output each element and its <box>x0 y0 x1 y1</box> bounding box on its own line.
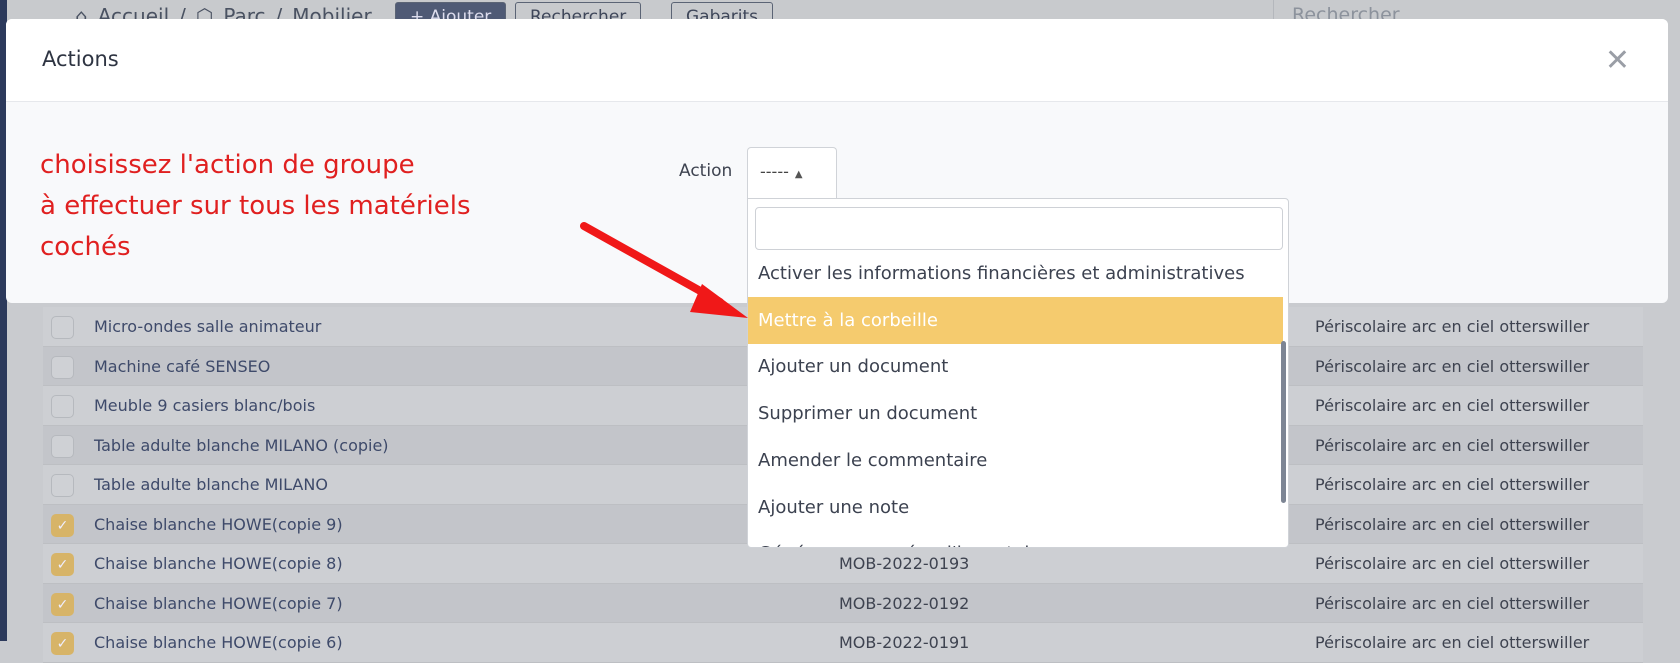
table-row: ✓ Chaise blanche HOWE(copie 6) MOB-2022-… <box>43 623 1643 663</box>
dropdown-option[interactable]: Amender le commentaire <box>748 437 1283 484</box>
modal-header: Actions ✕ <box>6 19 1668 102</box>
item-name-link[interactable]: Meuble 9 casiers blanc/bois <box>94 396 315 415</box>
item-location: Périscolaire arc en ciel otterswiller <box>1315 514 1590 534</box>
item-location: Périscolaire arc en ciel otterswiller <box>1315 475 1590 494</box>
dropdown-option[interactable]: Générer un numéro d'inventaire <box>748 530 1283 547</box>
row-checkbox[interactable]: ✓ <box>51 553 74 576</box>
item-name-link[interactable]: Machine café SENSEO <box>94 357 270 376</box>
row-checkbox[interactable] <box>51 395 74 418</box>
item-code: MOB-2022-0193 <box>839 554 970 573</box>
item-location: Périscolaire arc en ciel otterswiller <box>1315 317 1590 336</box>
item-name-link[interactable]: Chaise blanche HOWE(copie 7) <box>94 594 343 613</box>
close-icon[interactable]: ✕ <box>1605 43 1630 78</box>
item-code: MOB-2022-0191 <box>839 633 970 652</box>
caret-up-icon: ▲ <box>794 169 803 180</box>
modal-title: Actions <box>42 47 119 71</box>
item-name-link[interactable]: Table adulte blanche MILANO (copie) <box>94 436 389 455</box>
row-checkbox[interactable]: ✓ <box>51 513 74 537</box>
item-code: MOB-2022-0192 <box>839 593 970 613</box>
item-location: Périscolaire arc en ciel otterswiller <box>1315 356 1590 376</box>
item-name-link[interactable]: Chaise blanche HOWE(copie 9) <box>94 515 343 534</box>
action-dropdown: Activer les informations financières et … <box>747 198 1289 548</box>
dropdown-option[interactable]: Mettre à la corbeille <box>748 296 1283 344</box>
row-checkbox[interactable] <box>51 316 74 339</box>
item-name-link[interactable]: Chaise blanche HOWE(copie 6) <box>94 633 343 652</box>
row-checkbox[interactable] <box>51 474 74 497</box>
row-checkbox[interactable] <box>51 355 74 379</box>
annotation-note: choisissez l'action de groupe à effectue… <box>40 150 471 262</box>
action-label: Action <box>679 161 733 181</box>
dropdown-option[interactable]: Supprimer un document <box>748 390 1283 437</box>
action-select[interactable]: ----- ▲ <box>747 147 837 198</box>
row-checkbox[interactable]: ✓ <box>51 632 74 655</box>
dropdown-option[interactable]: Ajouter un document <box>748 343 1283 390</box>
item-location: Périscolaire arc en ciel otterswiller <box>1315 554 1590 573</box>
item-name-link[interactable]: Micro-ondes salle animateur <box>94 317 321 336</box>
item-location: Périscolaire arc en ciel otterswiller <box>1315 593 1590 613</box>
row-checkbox[interactable]: ✓ <box>51 592 74 616</box>
table-row: ✓ Chaise blanche HOWE(copie 8) MOB-2022-… <box>43 544 1643 584</box>
item-name-link[interactable]: Table adulte blanche MILANO <box>94 475 328 494</box>
item-name-link[interactable]: Chaise blanche HOWE(copie 8) <box>94 554 343 573</box>
item-location: Périscolaire arc en ciel otterswiller <box>1315 396 1590 415</box>
table-row: ✓ Chaise blanche HOWE(copie 7) MOB-2022-… <box>43 583 1643 623</box>
dropdown-search-input[interactable] <box>755 207 1283 250</box>
dropdown-scrollbar[interactable] <box>1281 341 1286 503</box>
row-checkbox[interactable] <box>51 434 74 458</box>
item-location: Périscolaire arc en ciel otterswiller <box>1315 435 1590 455</box>
dropdown-option[interactable]: Ajouter une note <box>748 484 1283 531</box>
item-location: Périscolaire arc en ciel otterswiller <box>1315 633 1590 652</box>
dropdown-option[interactable]: Activer les informations financières et … <box>748 250 1283 297</box>
